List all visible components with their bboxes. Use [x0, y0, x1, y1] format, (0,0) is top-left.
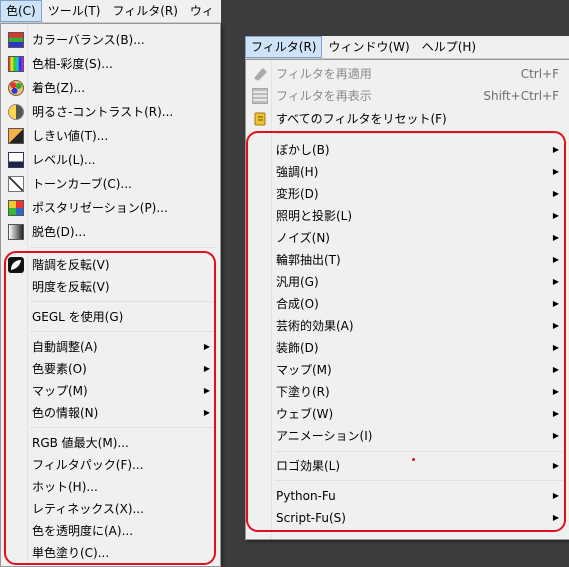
shortcut-label: Ctrl+F	[520, 67, 559, 81]
menu-tools[interactable]: ツール(T)	[42, 0, 107, 22]
menu-item-colorize[interactable]: 着色(Z)...	[1, 77, 220, 99]
menu-item-desaturate[interactable]: 脱色(D)...	[1, 221, 220, 243]
menu-separator	[30, 247, 216, 248]
menu-windows[interactable]: ウィンドウ(W)	[322, 36, 415, 58]
menu-colors[interactable]: 色(C)	[0, 0, 42, 22]
reshow-filter-icon	[252, 88, 268, 104]
desaturate-icon	[8, 224, 24, 240]
highlight-box-colors	[4, 251, 216, 565]
hue-saturation-icon	[8, 56, 24, 72]
posterize-icon	[8, 200, 24, 216]
reapply-filter-icon	[252, 66, 268, 82]
curves-icon	[8, 176, 24, 192]
menu-item-reshow-filter[interactable]: フィルタを再表示 Shift+Ctrl+F	[246, 85, 569, 107]
reset-filters-icon	[252, 111, 268, 127]
menu-filters[interactable]: フィルタ(R)	[106, 0, 183, 22]
menu-item-posterize[interactable]: ポスタリゼーション(P)...	[1, 197, 220, 219]
menu-filters[interactable]: フィルタ(R)	[245, 36, 323, 58]
levels-icon	[8, 152, 24, 168]
highlight-box-filters	[246, 131, 566, 532]
annotation-dot	[412, 458, 415, 461]
menubar-left: 色(C) ツール(T) フィルタ(R) ウィ	[0, 0, 221, 23]
menu-item-brightness-contrast[interactable]: 明るさ-コントラスト(R)...	[1, 101, 220, 123]
menu-item-reapply-filter[interactable]: フィルタを再適用 Ctrl+F	[246, 63, 569, 85]
shortcut-label: Shift+Ctrl+F	[483, 89, 559, 103]
colorize-palette-icon	[8, 80, 24, 96]
menubar-right: フィルタ(R) ウィンドウ(W) ヘルプ(H)	[245, 36, 569, 59]
brightness-contrast-icon	[8, 104, 24, 120]
menu-item-hue-saturation[interactable]: 色相-彩度(S)...	[1, 53, 220, 75]
color-balance-icon	[8, 32, 24, 48]
menu-item-levels[interactable]: レベル(L)...	[1, 149, 220, 171]
menu-item-color-balance[interactable]: カラーバランス(B)...	[1, 29, 220, 51]
threshold-icon	[8, 128, 24, 144]
menu-item-threshold[interactable]: しきい値(T)...	[1, 125, 220, 147]
menu-windows[interactable]: ウィ	[184, 0, 220, 22]
menu-help[interactable]: ヘルプ(H)	[416, 36, 482, 58]
menu-item-reset-all-filters[interactable]: すべてのフィルタをリセット(F)	[246, 108, 569, 130]
menu-item-curves[interactable]: トーンカーブ(C)...	[1, 173, 220, 195]
